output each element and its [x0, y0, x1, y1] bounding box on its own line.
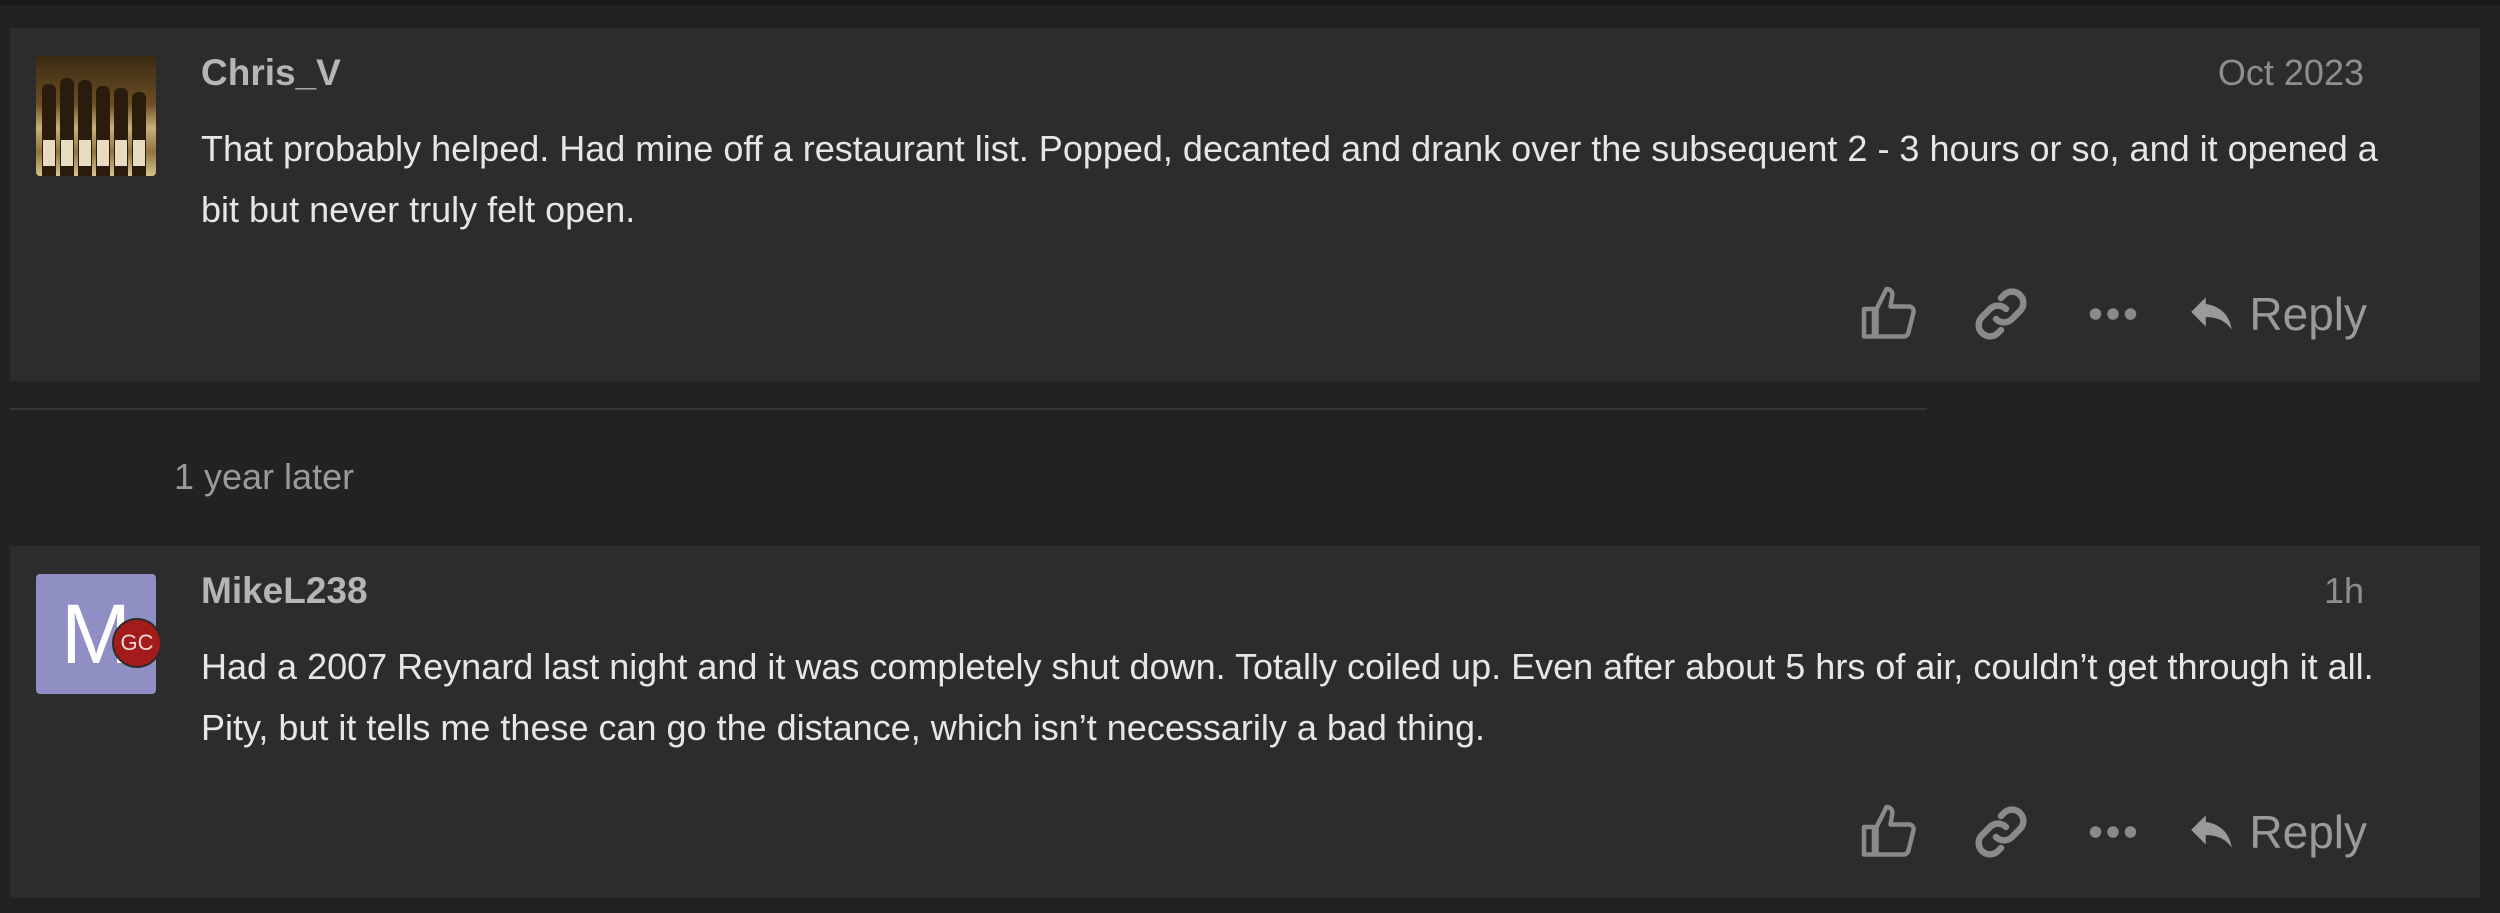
reply-label: Reply: [2249, 806, 2367, 858]
post-actions: Reply: [1807, 284, 2367, 344]
thumbs-up-icon[interactable]: [1859, 802, 1919, 862]
post-actions: Reply: [1807, 802, 2367, 862]
reply-button[interactable]: Reply: [2187, 287, 2367, 341]
divider: [10, 408, 1927, 410]
ellipsis-icon[interactable]: [2083, 284, 2143, 344]
reply-icon: [2191, 297, 2233, 330]
post-chris-v: Chris_V Oct 2023 That probably helped. H…: [10, 28, 2480, 381]
post-body: Had a 2007 Reynard last night and it was…: [201, 646, 2374, 748]
flair-badge[interactable]: GC: [112, 618, 162, 668]
username[interactable]: MikeL238: [201, 570, 368, 612]
post-body: That probably helped. Had mine off a res…: [201, 128, 2378, 230]
post-mikel238: M GC MikeL238 1h Had a 2007 Reynard last…: [10, 546, 2480, 898]
thumbs-up-icon[interactable]: [1859, 284, 1919, 344]
time-gap-label: 1 year later: [174, 456, 355, 497]
top-border: [0, 0, 2500, 5]
link-icon[interactable]: [1971, 802, 2031, 862]
avatar[interactable]: [36, 56, 156, 176]
reply-button[interactable]: Reply: [2187, 805, 2367, 859]
username[interactable]: Chris_V: [201, 52, 341, 94]
reply-icon: [2191, 815, 2233, 848]
post-date[interactable]: Oct 2023: [2218, 52, 2364, 94]
ellipsis-icon[interactable]: [2083, 802, 2143, 862]
post-date[interactable]: 1h: [2324, 570, 2364, 612]
reply-label: Reply: [2249, 288, 2367, 340]
link-icon[interactable]: [1971, 284, 2031, 344]
